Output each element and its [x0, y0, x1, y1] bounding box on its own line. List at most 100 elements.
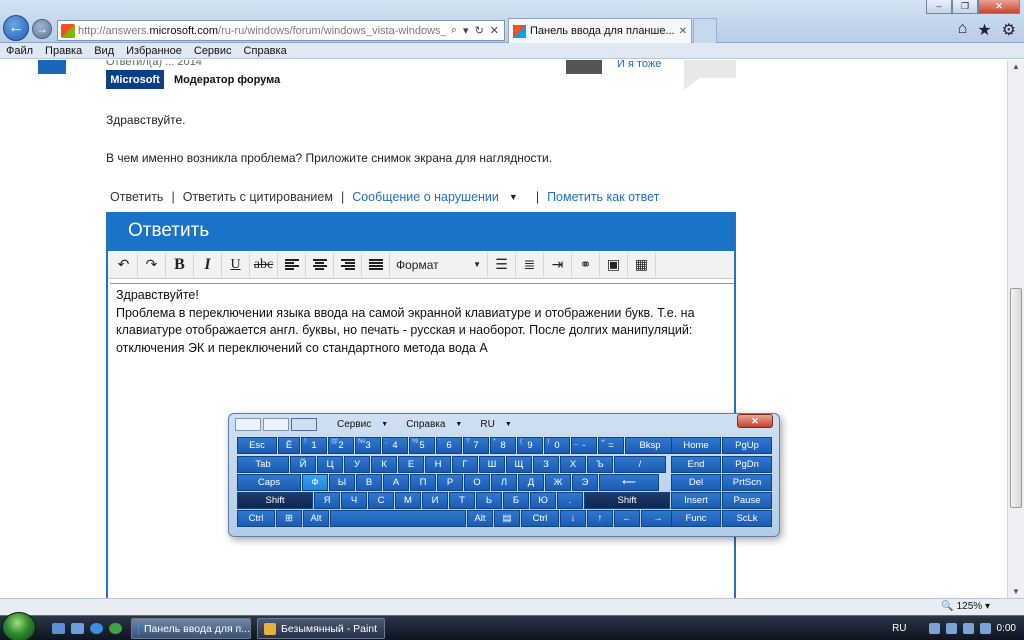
- settings-gear-icon[interactable]: ⚙: [1002, 20, 1016, 40]
- key[interactable]: Caps: [237, 474, 301, 491]
- url-text[interactable]: http://answers.microsoft.com/ru-ru/windo…: [78, 25, 446, 37]
- key[interactable]: ? 7: [463, 437, 489, 454]
- maximize-button[interactable]: ❐: [952, 0, 978, 14]
- key[interactable]: И: [422, 492, 448, 509]
- network-icon[interactable]: [945, 622, 957, 634]
- clock[interactable]: 0:00: [997, 623, 1016, 634]
- strikethrough-button[interactable]: abc: [250, 252, 278, 277]
- character-pad-mode-button[interactable]: [263, 418, 289, 431]
- key[interactable]: Alt: [467, 510, 493, 527]
- stop-icon[interactable]: ✕: [490, 24, 499, 37]
- menu-edit[interactable]: Правка: [45, 45, 82, 57]
- key[interactable]: Д: [518, 474, 544, 491]
- editor-text-area[interactable]: Здравствуйте! Проблема в переключении яз…: [110, 283, 734, 360]
- menu-view[interactable]: Вид: [94, 45, 114, 57]
- internet-explorer-icon[interactable]: [90, 623, 103, 634]
- key[interactable]: Б: [503, 492, 529, 509]
- key[interactable]: (9: [517, 437, 543, 454]
- key[interactable]: Ю: [530, 492, 556, 509]
- browser-tab[interactable]: Панель ввода для планше... ✕: [508, 18, 692, 43]
- key[interactable]: PgDn: [722, 456, 772, 473]
- key[interactable]: Е: [398, 456, 424, 473]
- align-left-button[interactable]: [278, 252, 306, 277]
- key[interactable]: Н: [425, 456, 451, 473]
- key[interactable]: ←: [614, 510, 640, 527]
- menu-favorites[interactable]: Избранное: [126, 45, 182, 57]
- key[interactable]: К: [371, 456, 397, 473]
- taskbar-ie-window[interactable]: Панель ввода для п...: [131, 618, 251, 639]
- key[interactable]: ↑: [587, 510, 613, 527]
- key[interactable]: Insert: [671, 492, 721, 509]
- key[interactable]: Т: [449, 492, 475, 509]
- taskbar-paint-window[interactable]: Безымянный - Paint: [257, 618, 385, 639]
- key[interactable]: →: [641, 510, 675, 527]
- key[interactable]: Ш: [479, 456, 505, 473]
- key[interactable]: В: [356, 474, 382, 491]
- key[interactable]: Ж: [545, 474, 571, 491]
- underline-button[interactable]: U: [222, 252, 250, 277]
- switch-windows-icon[interactable]: [71, 623, 84, 634]
- key[interactable]: ) 0: [544, 437, 570, 454]
- scroll-down-icon[interactable]: ▼: [1012, 587, 1020, 596]
- key[interactable]: End: [671, 456, 721, 473]
- key[interactable]: Pause: [722, 492, 772, 509]
- address-bar[interactable]: http://answers.microsoft.com/ru-ru/windo…: [57, 20, 505, 41]
- key[interactable]: Esc: [237, 437, 277, 454]
- key[interactable]: PgUp: [722, 437, 772, 454]
- key[interactable]: .: [557, 492, 583, 509]
- key[interactable]: Home: [671, 437, 721, 454]
- key[interactable]: ScLk: [722, 510, 772, 527]
- key[interactable]: Del: [671, 474, 721, 491]
- key[interactable]: Г: [452, 456, 478, 473]
- key[interactable]: № 3: [355, 437, 381, 454]
- key[interactable]: /: [614, 456, 666, 473]
- refresh-icon[interactable]: ↻: [475, 24, 484, 37]
- back-button[interactable]: ←: [3, 15, 29, 41]
- key[interactable]: Я: [314, 492, 340, 509]
- writing-pad-mode-button[interactable]: [235, 418, 261, 431]
- menu-tools[interactable]: Сервис: [194, 45, 232, 57]
- key[interactable]: П: [410, 474, 436, 491]
- key[interactable]: ⟵: [599, 474, 659, 491]
- align-center-button[interactable]: [306, 252, 334, 277]
- scroll-thumb[interactable]: [1010, 288, 1022, 508]
- home-icon[interactable]: ⌂: [958, 20, 968, 40]
- numbered-list-button[interactable]: ≣: [516, 252, 544, 277]
- key[interactable]: Ц: [317, 456, 343, 473]
- key[interactable]: Л: [491, 474, 517, 491]
- keyboard-help-menu[interactable]: Справка ▼: [406, 419, 462, 430]
- key[interactable]: ! 1: [301, 437, 327, 454]
- key[interactable]: Р: [437, 474, 463, 491]
- menu-file[interactable]: Файл: [6, 45, 33, 57]
- tray-icon[interactable]: [928, 622, 940, 634]
- key[interactable]: ⊞: [276, 510, 302, 527]
- key[interactable]: Ь: [476, 492, 502, 509]
- key[interactable]: Ф: [302, 474, 328, 491]
- align-right-button[interactable]: [334, 252, 362, 277]
- dropdown-icon[interactable]: ▾: [463, 24, 469, 37]
- keyboard-close-button[interactable]: ✕: [737, 414, 773, 428]
- start-button[interactable]: [2, 612, 36, 640]
- language-indicator[interactable]: RU: [892, 623, 906, 634]
- key[interactable]: :6: [436, 437, 462, 454]
- italic-button[interactable]: I: [194, 252, 222, 277]
- minimize-button[interactable]: –: [926, 0, 952, 14]
- key[interactable]: Bksp: [625, 437, 675, 454]
- keyboard-service-menu[interactable]: Сервис ▼: [337, 419, 388, 430]
- key[interactable]: + =: [598, 437, 624, 454]
- bullet-list-button[interactable]: ☰: [488, 252, 516, 277]
- key[interactable]: З: [533, 456, 559, 473]
- key[interactable]: ▤: [494, 510, 520, 527]
- key[interactable]: А: [383, 474, 409, 491]
- menu-help[interactable]: Справка: [244, 45, 287, 57]
- key[interactable]: Щ: [506, 456, 532, 473]
- zoom-level[interactable]: 🔍 125% ▾: [941, 601, 990, 612]
- search-icon[interactable]: ⌕: [451, 24, 457, 37]
- key[interactable]: _ -: [571, 437, 597, 454]
- show-desktop-icon[interactable]: [52, 623, 65, 634]
- redo-button[interactable]: ↷: [138, 252, 166, 277]
- key[interactable]: М: [395, 492, 421, 509]
- key[interactable]: Ы: [329, 474, 355, 491]
- key[interactable]: Ч: [341, 492, 367, 509]
- key[interactable]: С: [368, 492, 394, 509]
